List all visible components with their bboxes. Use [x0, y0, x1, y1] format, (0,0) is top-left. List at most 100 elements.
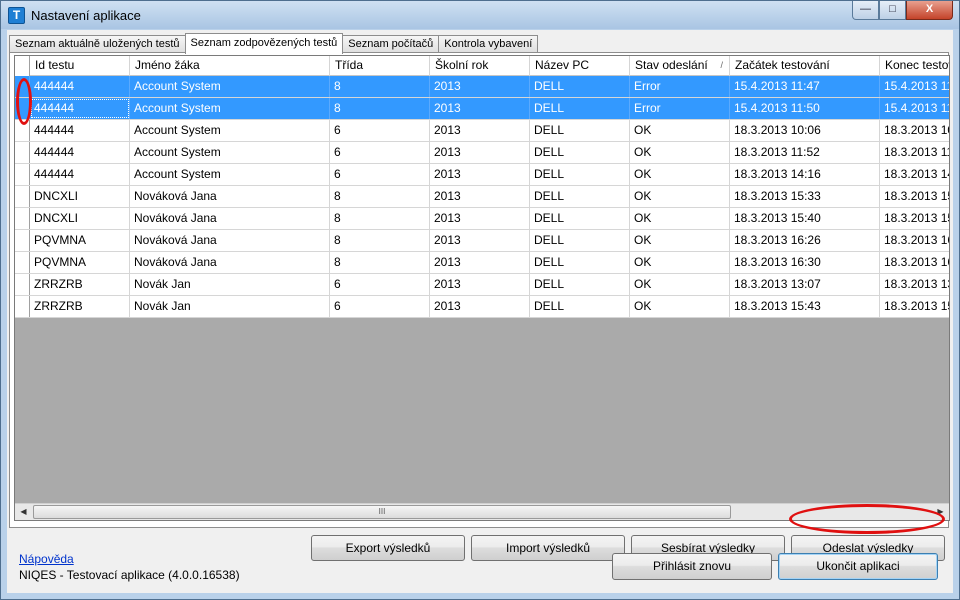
row-header[interactable] — [15, 76, 30, 97]
cell-school-year[interactable]: 2013 — [430, 76, 530, 97]
row-header-corner[interactable] — [15, 56, 30, 76]
cell-student-name[interactable]: Account System — [130, 76, 330, 97]
cell-test-end[interactable]: 18.3.2013 16: — [880, 252, 949, 273]
cell-class[interactable]: 6 — [330, 274, 430, 295]
tab-answered-tests[interactable]: Seznam zodpovězených testů — [184, 33, 344, 54]
cell-student-name[interactable]: Account System — [130, 164, 330, 185]
cell-school-year[interactable]: 2013 — [430, 230, 530, 251]
row-header[interactable] — [15, 142, 30, 163]
cell-send-status[interactable]: OK — [630, 230, 730, 251]
cell-class[interactable]: 8 — [330, 252, 430, 273]
column-header-school-year[interactable]: Školní rok — [430, 56, 530, 76]
cell-test-id[interactable]: DNCXLI — [30, 208, 130, 229]
cell-test-end[interactable]: 18.3.2013 15: — [880, 208, 949, 229]
cell-test-start[interactable]: 18.3.2013 11:52 — [730, 142, 880, 163]
cell-test-end[interactable]: 18.3.2013 16: — [880, 230, 949, 251]
cell-test-end[interactable]: 18.3.2013 14: — [880, 164, 949, 185]
cell-student-name[interactable]: Novák Jan — [130, 274, 330, 295]
cell-test-start[interactable]: 18.3.2013 16:26 — [730, 230, 880, 251]
cell-class[interactable]: 8 — [330, 76, 430, 97]
column-header-test-id[interactable]: Id testu — [30, 56, 130, 76]
cell-test-end[interactable]: 18.3.2013 11: — [880, 142, 949, 163]
table-row[interactable]: 444444 Account System 6 2013 DELL OK 18.3.2013… — [15, 120, 949, 142]
cell-test-start[interactable]: 18.3.2013 15:40 — [730, 208, 880, 229]
cell-class[interactable]: 8 — [330, 186, 430, 207]
cell-test-end[interactable]: 15.4.2013 11: — [880, 76, 949, 97]
cell-school-year[interactable]: 2013 — [430, 164, 530, 185]
cell-test-end[interactable]: 18.3.2013 13: — [880, 274, 949, 295]
cell-test-id[interactable]: 444444 — [30, 120, 130, 141]
cell-test-start[interactable]: 18.3.2013 14:16 — [730, 164, 880, 185]
table-row[interactable]: 444444 Account System 8 2013 DELL Error 15.4.2… — [15, 76, 949, 98]
cell-send-status[interactable]: OK — [630, 274, 730, 295]
cell-test-start[interactable]: 15.4.2013 11:47 — [730, 76, 880, 97]
cell-pc-name[interactable]: DELL — [530, 76, 630, 97]
row-header[interactable] — [15, 230, 30, 251]
cell-pc-name[interactable]: DELL — [530, 186, 630, 207]
cell-pc-name[interactable]: DELL — [530, 142, 630, 163]
relogin-button[interactable]: Přihlásit znovu — [612, 553, 772, 580]
cell-school-year[interactable]: 2013 — [430, 98, 530, 119]
cell-school-year[interactable]: 2013 — [430, 186, 530, 207]
cell-school-year[interactable]: 2013 — [430, 142, 530, 163]
cell-send-status[interactable]: Error — [630, 76, 730, 97]
cell-test-id[interactable]: ZRRZRB — [30, 296, 130, 317]
cell-send-status[interactable]: OK — [630, 252, 730, 273]
row-header[interactable] — [15, 186, 30, 207]
row-header[interactable] — [15, 296, 30, 317]
cell-student-name[interactable]: Nováková Jana — [130, 230, 330, 251]
column-header-test-end[interactable]: Konec testování — [880, 56, 949, 76]
column-header-pc-name[interactable]: Název PC — [530, 56, 630, 76]
table-row[interactable]: 444444 Account System 8 2013 DELL Error 15.4.2… — [15, 98, 949, 120]
cell-school-year[interactable]: 2013 — [430, 252, 530, 273]
cell-test-id[interactable]: 444444 — [30, 142, 130, 163]
table-row[interactable]: PQVMNA Nováková Jana 8 2013 DELL OK 18.3.2013 … — [15, 252, 949, 274]
cell-test-start[interactable]: 18.3.2013 15:43 — [730, 296, 880, 317]
cell-student-name[interactable]: Nováková Jana — [130, 252, 330, 273]
horizontal-scrollbar[interactable]: ◀ III ▶ — [15, 503, 949, 520]
cell-class[interactable]: 6 — [330, 120, 430, 141]
table-row[interactable]: DNCXLI Nováková Jana 8 2013 DELL OK 18.3.2013 … — [15, 186, 949, 208]
cell-test-start[interactable]: 18.3.2013 15:33 — [730, 186, 880, 207]
cell-class[interactable]: 6 — [330, 142, 430, 163]
cell-test-end[interactable]: 18.3.2013 10: — [880, 120, 949, 141]
tab-saved-tests[interactable]: Seznam aktuálně uložených testů — [9, 35, 186, 53]
export-results-button[interactable]: Export výsledků — [311, 535, 465, 561]
row-header[interactable] — [15, 120, 30, 141]
cell-school-year[interactable]: 2013 — [430, 120, 530, 141]
cell-class[interactable]: 6 — [330, 164, 430, 185]
row-header[interactable] — [15, 98, 30, 119]
scroll-left-arrow-icon[interactable]: ◀ — [15, 504, 32, 520]
column-header-class[interactable]: Třída — [330, 56, 430, 76]
table-row[interactable]: ZRRZRB Novák Jan 6 2013 DELL OK 18.3.2013 15:4… — [15, 296, 949, 318]
cell-send-status[interactable]: OK — [630, 208, 730, 229]
cell-test-end[interactable]: 18.3.2013 15: — [880, 296, 949, 317]
cell-test-id[interactable]: 444444 — [30, 164, 130, 185]
cell-class[interactable]: 6 — [330, 296, 430, 317]
scrollbar-thumb[interactable]: III — [33, 505, 731, 519]
cell-class[interactable]: 8 — [330, 230, 430, 251]
cell-pc-name[interactable]: DELL — [530, 252, 630, 273]
cell-test-id[interactable]: PQVMNA — [30, 252, 130, 273]
table-row[interactable]: 444444 Account System 6 2013 DELL OK 18.3.2013… — [15, 142, 949, 164]
cell-test-start[interactable]: 15.4.2013 11:50 — [730, 98, 880, 119]
column-header-send-status[interactable]: Stav odeslání / — [630, 56, 730, 76]
cell-test-id[interactable]: DNCXLI — [30, 186, 130, 207]
row-header[interactable] — [15, 274, 30, 295]
tab-equipment-check[interactable]: Kontrola vybavení — [438, 35, 539, 53]
exit-app-button[interactable]: Ukončit aplikaci — [778, 553, 938, 580]
cell-class[interactable]: 8 — [330, 98, 430, 119]
cell-pc-name[interactable]: DELL — [530, 208, 630, 229]
import-results-button[interactable]: Import výsledků — [471, 535, 625, 561]
cell-test-end[interactable]: 15.4.2013 11: — [880, 98, 949, 119]
cell-school-year[interactable]: 2013 — [430, 208, 530, 229]
table-row[interactable]: 444444 Account System 6 2013 DELL OK 18.3.2013… — [15, 164, 949, 186]
row-header[interactable] — [15, 164, 30, 185]
cell-student-name[interactable]: Account System — [130, 98, 330, 119]
help-link[interactable]: Nápověda — [19, 552, 74, 566]
cell-test-id[interactable]: 444444 — [30, 98, 130, 119]
column-header-student-name[interactable]: Jméno žáka — [130, 56, 330, 76]
cell-pc-name[interactable]: DELL — [530, 164, 630, 185]
cell-pc-name[interactable]: DELL — [530, 274, 630, 295]
cell-test-start[interactable]: 18.3.2013 13:07 — [730, 274, 880, 295]
